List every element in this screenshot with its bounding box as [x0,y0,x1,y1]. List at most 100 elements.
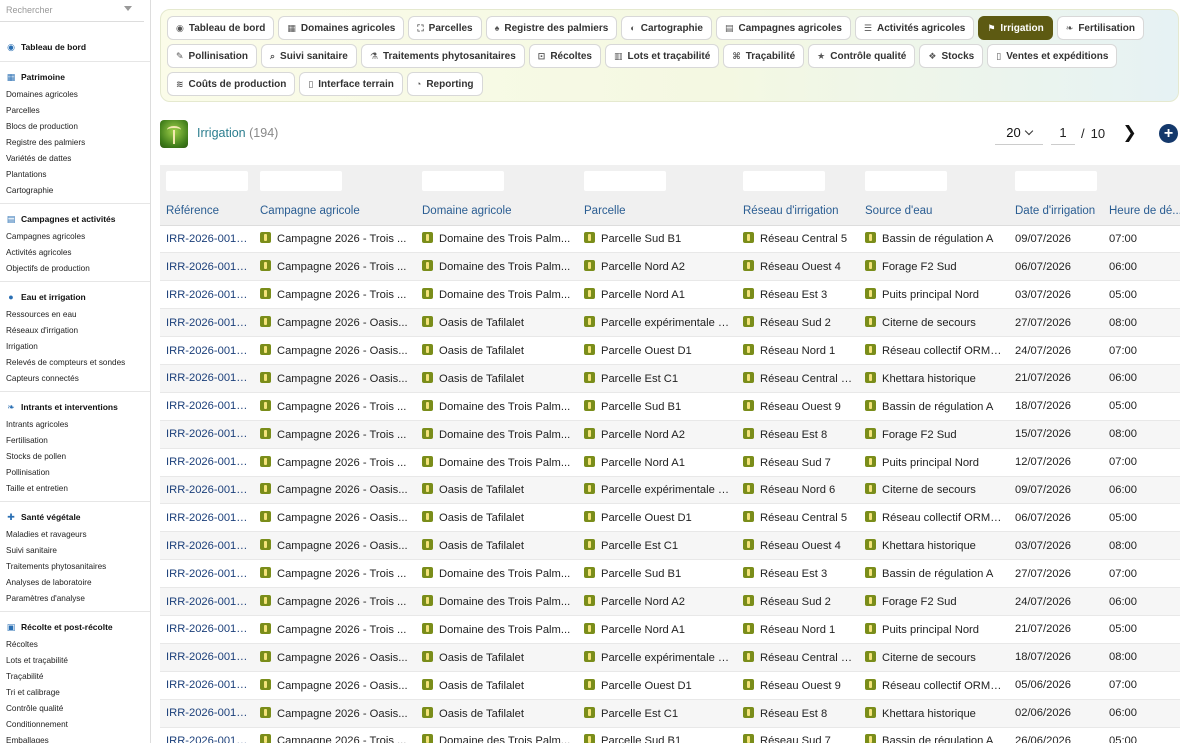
reference-link[interactable]: IRR-2026-00176 [160,727,254,743]
reference-link[interactable]: IRR-2026-00177 [160,699,254,728]
sidebar-item-stocks-de-pollen[interactable]: Stocks de pollen [0,449,150,465]
reference-link[interactable]: IRR-2026-00194 [160,225,254,254]
sidebar-item-parcelles[interactable]: Parcelles [0,103,150,119]
reference-link[interactable]: IRR-2026-00186 [160,448,254,477]
sidebar-item-activites-agricoles[interactable]: Activités agricoles [0,245,150,261]
table-row[interactable]: IRR-2026-00181 Campagne 2026 - Trois ... D… [160,587,1180,616]
sidebar-heading-patrimoine[interactable]: ▦ Patrimoine [0,70,150,84]
sidebar-item-suivi-sanitaire[interactable]: Suivi sanitaire [0,543,150,559]
tab-irrigation[interactable]: ⚑ Irrigation [978,16,1053,40]
table-row[interactable]: IRR-2026-00183 Campagne 2026 - Oasis... Oa… [160,531,1180,561]
table-row[interactable]: IRR-2026-00184 Campagne 2026 - Oasis... Oa… [160,503,1180,533]
column-header-parcelle[interactable]: Parcelle [578,197,737,226]
table-row[interactable]: IRR-2026-00180 Campagne 2026 - Trois ... D… [160,615,1180,644]
tab-suivi-sanitaire[interactable]: ⌕ Suivi sanitaire [261,44,357,68]
sidebar-item-conditionnement[interactable]: Conditionnement [0,717,150,733]
reference-link[interactable]: IRR-2026-00185 [160,476,254,505]
table-row[interactable]: IRR-2026-00192 Campagne 2026 - Trois ... D… [160,280,1180,310]
reference-link[interactable]: IRR-2026-00182 [160,559,254,589]
reference-link[interactable]: IRR-2026-00190 [160,336,254,365]
sidebar-item-blocs-de-production[interactable]: Blocs de production [0,119,150,135]
column-header-campagne-agricole[interactable]: Campagne agricole [254,197,416,226]
table-row[interactable]: IRR-2026-00189 Campagne 2026 - Oasis... Oa… [160,364,1180,393]
column-filter-input-domaine-agricole[interactable] [422,171,504,191]
sidebar-item-plantations[interactable]: Plantations [0,167,150,183]
current-page-input[interactable]: 1 [1051,121,1075,145]
reference-link[interactable]: IRR-2026-00178 [160,671,254,700]
column-header-reseau-d-irrigation[interactable]: Réseau d'irrigation [737,197,859,226]
tab-domaines-agricoles[interactable]: ▦ Domaines agricoles [278,16,405,40]
sidebar-item-traitements-phytosanitaires[interactable]: Traitements phytosanitaires [0,559,150,575]
search-select[interactable]: Rechercher [0,0,144,22]
reference-link[interactable]: IRR-2026-00184 [160,503,254,533]
column-filter-input-parcelle[interactable] [584,171,666,191]
sidebar-item-cartographie[interactable]: Cartographie [0,183,150,199]
reference-link[interactable]: IRR-2026-00192 [160,280,254,310]
column-header-date-d-irrigation[interactable]: Date d'irrigation [1009,197,1103,226]
tab-couts-de-production[interactable]: ≋ Coûts de production [167,72,296,96]
reference-link[interactable]: IRR-2026-00183 [160,531,254,561]
table-row[interactable]: IRR-2026-00194 Campagne 2026 - Trois ... D… [160,225,1180,254]
sidebar-item-pollinisation[interactable]: Pollinisation [0,465,150,481]
tab-ventes-et-expeditions[interactable]: ▯ Ventes et expéditions [987,44,1118,68]
table-row[interactable]: IRR-2026-00178 Campagne 2026 - Oasis... Oa… [160,671,1180,700]
table-row[interactable]: IRR-2026-00191 Campagne 2026 - Oasis... Oa… [160,308,1180,338]
sidebar-item-fertilisation[interactable]: Fertilisation [0,433,150,449]
sidebar-heading-campagnes-et-activites[interactable]: ▤ Campagnes et activités [0,212,150,226]
sidebar-item-objectifs-de-production[interactable]: Objectifs de production [0,261,150,277]
sidebar-item-capteurs-connectes[interactable]: Capteurs connectés [0,371,150,387]
sidebar-item-lots-et-tracabilite[interactable]: Lots et traçabilité [0,653,150,669]
column-filter-input-campagne-agricole[interactable] [260,171,342,191]
sidebar-heading-intrants-et-interventions[interactable]: ❧ Intrants et interventions [0,400,150,414]
chevron-down-icon[interactable] [124,6,132,11]
sidebar-item-registre-des-palmiers[interactable]: Registre des palmiers [0,135,150,151]
tab-activites-agricoles[interactable]: ☰ Activités agricoles [854,16,975,40]
column-filter-input-date-d-irrigation[interactable] [1015,171,1097,191]
tab-parcelles[interactable]: ⛶ Parcelles [408,16,482,40]
sidebar-heading-recolte-et-post-recolte[interactable]: ▣ Récolte et post-récolte [0,620,150,634]
column-header-source-d-eau[interactable]: Source d'eau [859,197,1009,226]
table-row[interactable]: IRR-2026-00179 Campagne 2026 - Oasis... Oa… [160,643,1180,672]
sidebar-item-analyses-de-laboratoire[interactable]: Analyses de laboratoire [0,575,150,591]
table-row[interactable]: IRR-2026-00188 Campagne 2026 - Trois ... D… [160,392,1180,421]
column-header-heure-de-de[interactable]: Heure de dé... [1103,197,1180,226]
per-page-select[interactable]: 20 [995,121,1043,145]
tab-controle-qualite[interactable]: ★ Contrôle qualité [808,44,916,68]
tab-pollinisation[interactable]: ✎ Pollinisation [167,44,257,68]
column-filter-input-source-d-eau[interactable] [865,171,947,191]
reference-link[interactable]: IRR-2026-00179 [160,643,254,672]
sidebar-item-varietes-de-dattes[interactable]: Variétés de dattes [0,151,150,167]
sidebar-item-parametres-d-analyse[interactable]: Paramètres d'analyse [0,591,150,607]
tab-campagnes-agricoles[interactable]: ▤ Campagnes agricoles [716,16,851,40]
next-page-icon[interactable]: ❯ [1121,123,1139,143]
reference-link[interactable]: IRR-2026-00191 [160,308,254,338]
sidebar-heading-sante-vegetale[interactable]: ✚ Santé végétale [0,510,150,524]
add-record-button[interactable]: + [1159,124,1178,143]
sidebar-heading-eau-et-irrigation[interactable]: ● Eau et irrigation [0,290,150,304]
column-header-reference[interactable]: Référence [160,197,254,226]
sidebar-item-releves-de-compteurs-et-sondes[interactable]: Relevés de compteurs et sondes [0,355,150,371]
reference-link[interactable]: IRR-2026-00181 [160,587,254,616]
tab-interface-terrain[interactable]: ▯ Interface terrain [299,72,403,96]
sidebar-item-controle-qualite[interactable]: Contrôle qualité [0,701,150,717]
sidebar-item-maladies-et-ravageurs[interactable]: Maladies et ravageurs [0,527,150,543]
tab-tableau-de-bord[interactable]: ◉ Tableau de bord [167,16,275,40]
reference-link[interactable]: IRR-2026-00187 [160,420,254,449]
tab-registre-des-palmiers[interactable]: ♠ Registre des palmiers [485,16,618,40]
table-row[interactable]: IRR-2026-00177 Campagne 2026 - Oasis... Oa… [160,699,1180,728]
sidebar-item-reseaux-d-irrigation[interactable]: Réseaux d'irrigation [0,323,150,339]
reference-link[interactable]: IRR-2026-00189 [160,364,254,393]
sidebar-item-taille-et-entretien[interactable]: Taille et entretien [0,481,150,497]
sidebar-item-campagnes-agricoles[interactable]: Campagnes agricoles [0,229,150,245]
sidebar-item-emballages[interactable]: Emballages [0,733,150,743]
sidebar-item-tri-et-calibrage[interactable]: Tri et calibrage [0,685,150,701]
tab-stocks[interactable]: ❖ Stocks [919,44,984,68]
tab-fertilisation[interactable]: ❧ Fertilisation [1056,16,1144,40]
column-filter-input-reseau-d-irrigation[interactable] [743,171,825,191]
table-row[interactable]: IRR-2026-00190 Campagne 2026 - Oasis... Oa… [160,336,1180,365]
table-row[interactable]: IRR-2026-00176 Campagne 2026 - Trois ... D… [160,727,1180,743]
tab-recoltes[interactable]: ⊡ Récoltes [528,44,601,68]
reference-link[interactable]: IRR-2026-00188 [160,392,254,421]
tab-tracabilite[interactable]: ⌘ Traçabilité [723,44,805,68]
sidebar-item-tracabilite[interactable]: Traçabilité [0,669,150,685]
